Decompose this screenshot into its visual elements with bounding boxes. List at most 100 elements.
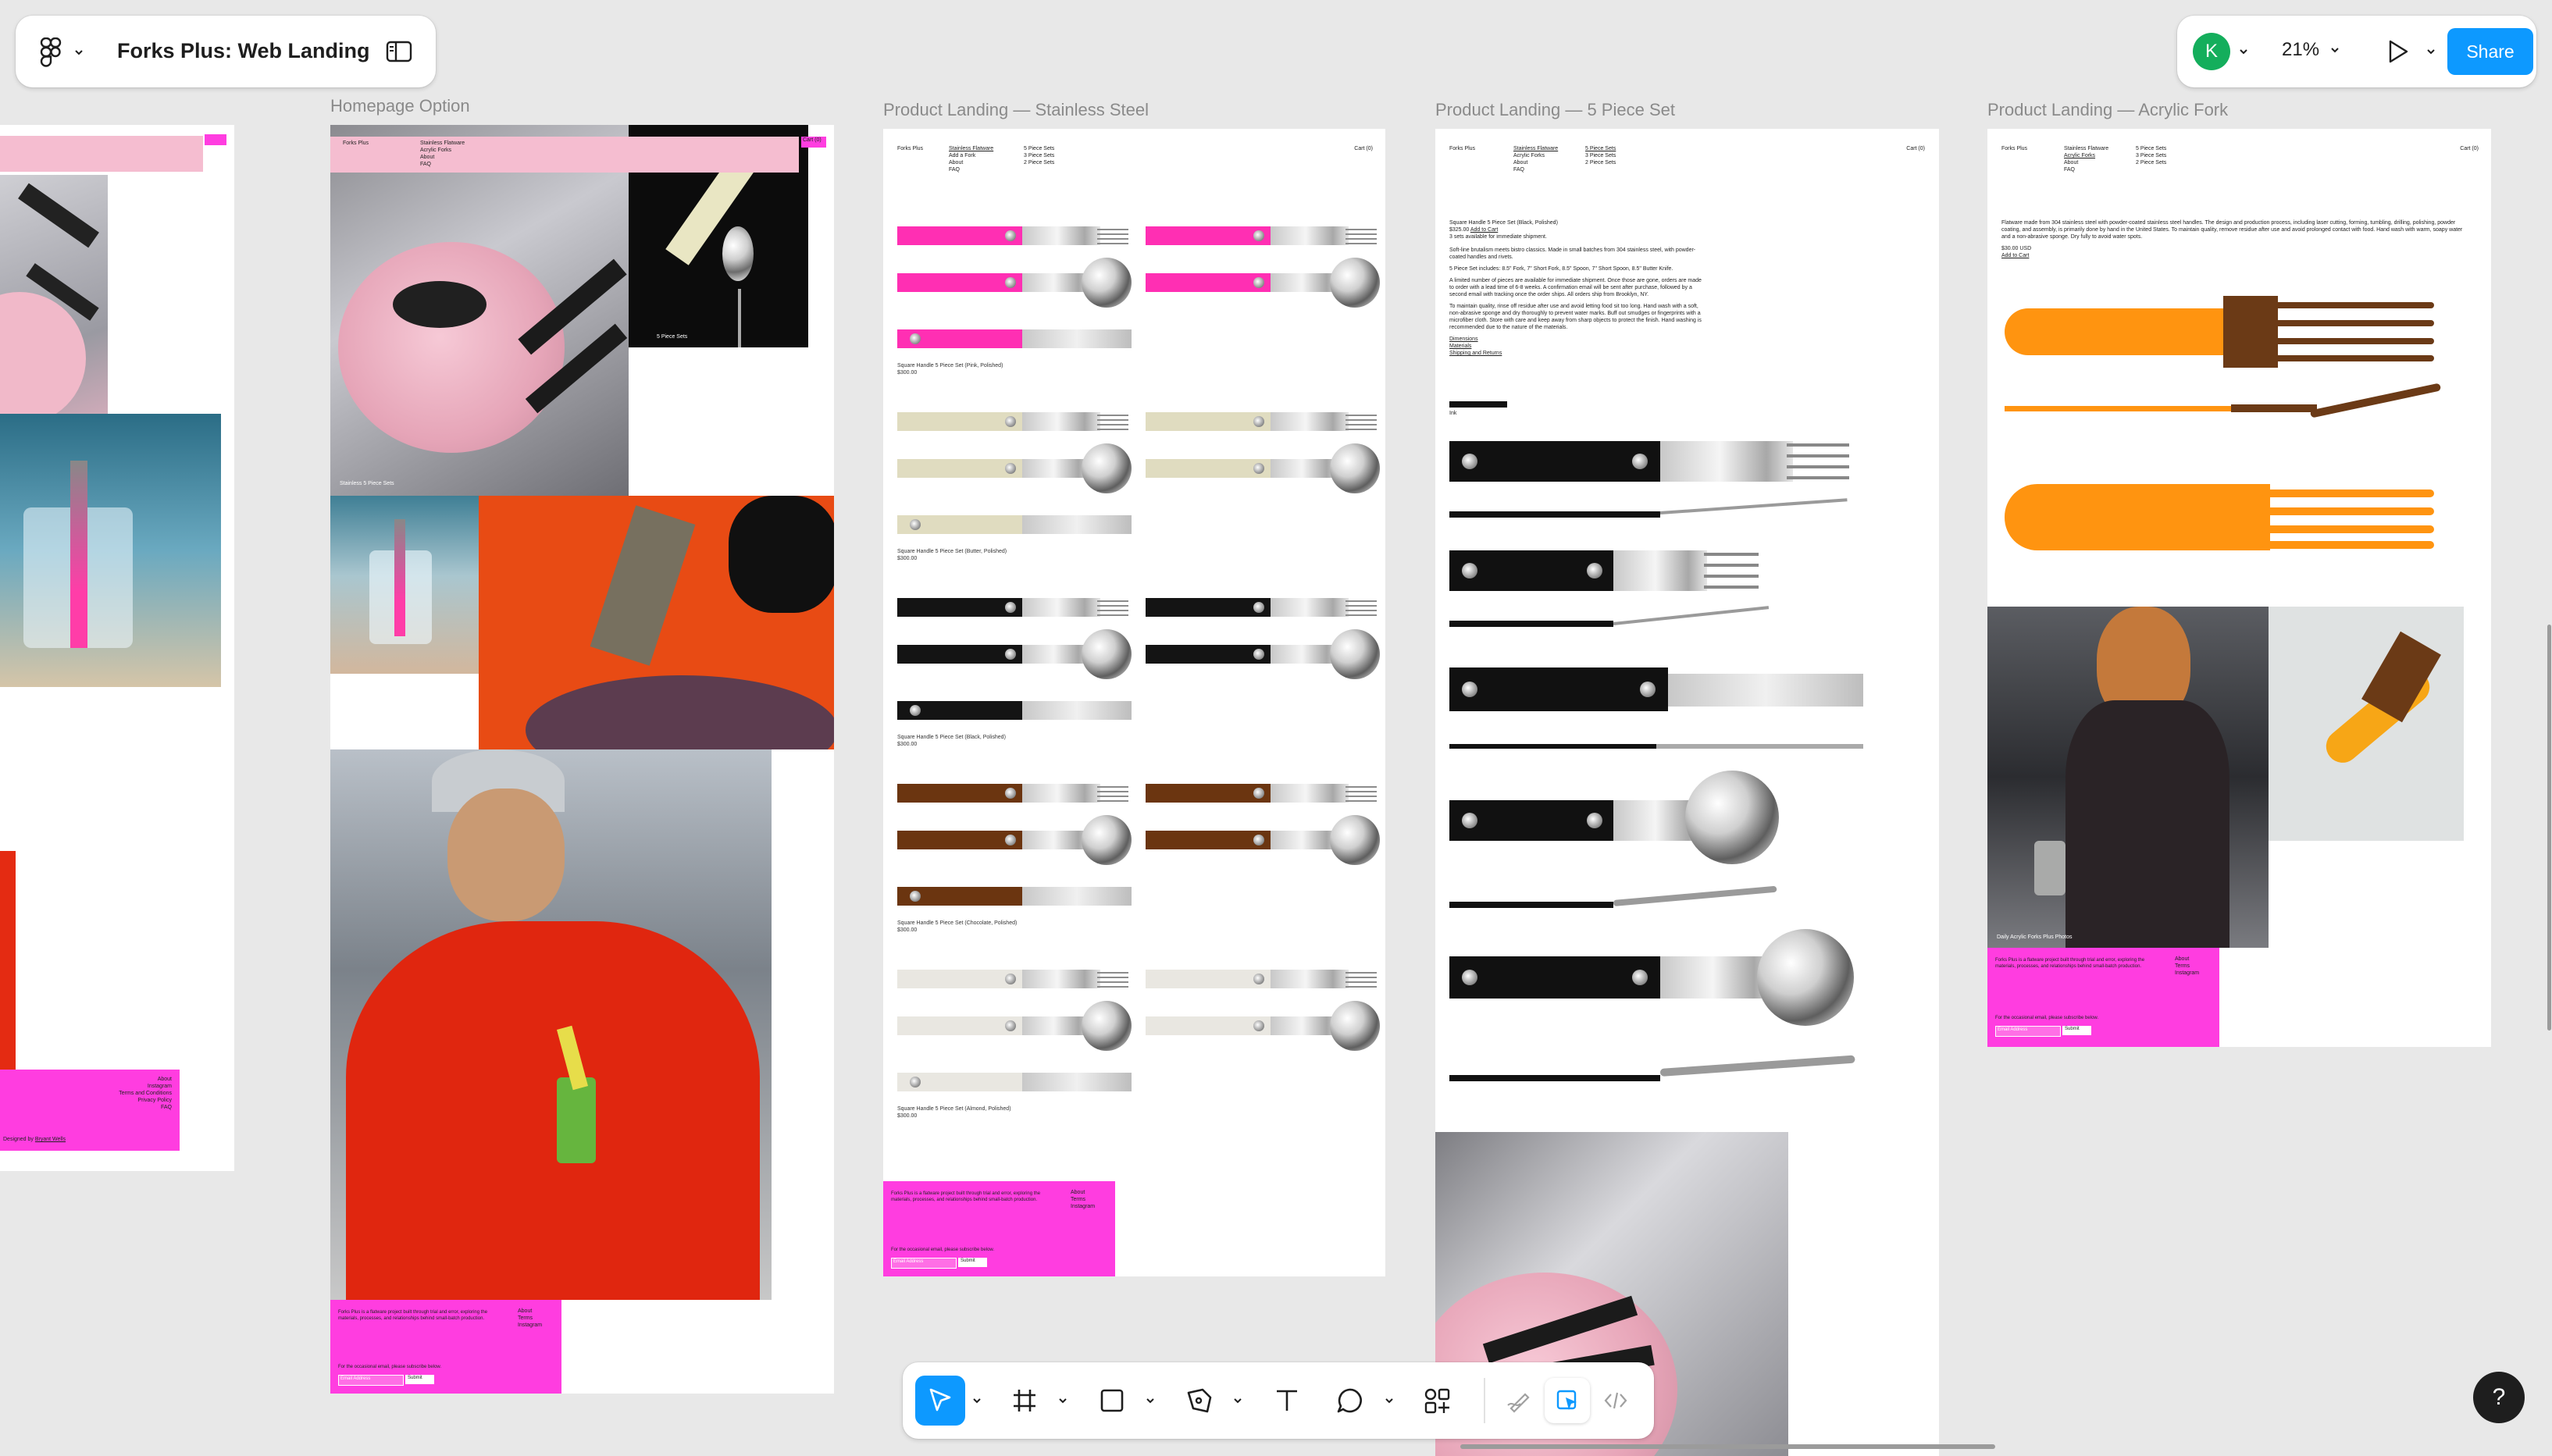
frame-label-stainless[interactable]: Product Landing — Stainless Steel [883, 100, 1149, 120]
frame-homepage-option[interactable]: 5 Piece Sets Forks Plus Stainless Flatwa… [330, 125, 834, 1394]
footer-link-terms[interactable]: Terms [1071, 1196, 1095, 1203]
dev-mode[interactable] [1593, 1378, 1638, 1423]
footer-link-terms[interactable]: Terms [518, 1315, 542, 1322]
nav-stainless[interactable]: Stainless Flatware [420, 140, 465, 147]
footer-link-instagram[interactable]: Instagram [2175, 970, 2199, 977]
variant-caption[interactable]: Square Handle 5 Piece Set (Butter, Polis… [897, 548, 1007, 562]
chevron-down-icon[interactable] [2425, 46, 2436, 57]
main-menu-button[interactable] [39, 36, 94, 67]
user-avatar[interactable]: K [2193, 33, 2230, 70]
nav-2-piece[interactable]: 2 Piece Sets [1024, 159, 1054, 166]
add-to-cart-link[interactable]: Add to Cart [1470, 227, 1498, 233]
zoom-menu[interactable]: 21% [2282, 39, 2340, 61]
text-tool[interactable] [1262, 1376, 1312, 1426]
frame-label-homepage[interactable]: Homepage Option [330, 96, 470, 116]
link-shipping[interactable]: Shipping and Returns [1449, 350, 1707, 357]
variant-caption[interactable]: Square Handle 5 Piece Set (Chocolate, Po… [897, 920, 1017, 934]
designer-link[interactable]: Bryant Wells [35, 1137, 66, 1142]
present-play-icon[interactable] [2386, 39, 2410, 64]
chevron-down-icon[interactable] [1232, 1395, 1243, 1406]
nav-faq[interactable]: FAQ [420, 161, 465, 168]
nav-2-piece[interactable]: 2 Piece Sets [1585, 159, 1616, 166]
cart-link[interactable]: Cart (0) [1906, 145, 1925, 152]
add-to-cart-link[interactable]: Add to Cart [2001, 252, 2470, 259]
email-input[interactable]: Email Address [1995, 1026, 2061, 1037]
footer-link-about[interactable]: About [2175, 956, 2199, 963]
nav-5-piece[interactable]: 5 Piece Sets [1024, 145, 1054, 152]
file-title[interactable]: Forks Plus: Web Landing [117, 39, 370, 63]
pen-tool[interactable] [1174, 1376, 1224, 1426]
submit-button[interactable]: Submit [405, 1375, 434, 1384]
brand-link[interactable]: Forks Plus [1449, 145, 1475, 152]
frame-product-5-piece[interactable]: Forks Plus Stainless Flatware Acrylic Fo… [1435, 129, 1939, 1456]
chevron-down-icon[interactable] [1145, 1395, 1156, 1406]
brand-link[interactable]: Forks Plus [343, 140, 369, 147]
cart-badge[interactable]: Cart (0) [801, 137, 826, 148]
cart-link[interactable]: Cart (0) [2460, 145, 2479, 152]
nav-about[interactable]: About [949, 159, 993, 166]
nav-stainless[interactable]: Stainless Flatware [949, 145, 993, 152]
share-button[interactable]: Share [2447, 28, 2533, 75]
footer-link-faq[interactable]: FAQ [119, 1104, 172, 1111]
footer-link-privacy[interactable]: Privacy Policy [119, 1097, 172, 1104]
frame-product-stainless[interactable]: Forks Plus Stainless Flatware Add a Fork… [883, 129, 1385, 1276]
footer-link-about[interactable]: About [119, 1076, 172, 1083]
frame-label-5-piece[interactable]: Product Landing — 5 Piece Set [1435, 100, 1675, 120]
nav-stainless[interactable]: Stainless Flatware [1513, 145, 1558, 152]
cart-link[interactable]: Cart (0) [1354, 145, 1373, 152]
email-input[interactable]: Email Address [338, 1375, 404, 1386]
link-materials[interactable]: Materials [1449, 343, 1707, 350]
footer-link-about[interactable]: About [518, 1308, 542, 1315]
nav-faq[interactable]: FAQ [1513, 166, 1558, 173]
chevron-down-icon[interactable] [2238, 46, 2249, 57]
nav-2-piece[interactable]: 2 Piece Sets [2136, 159, 2166, 166]
move-tool[interactable] [915, 1376, 965, 1426]
footer-link-instagram[interactable]: Instagram [518, 1322, 542, 1329]
brand-link[interactable]: Forks Plus [2001, 145, 2027, 152]
toggle-sidebar-icon[interactable] [386, 41, 412, 62]
nav-stainless[interactable]: Stainless Flatware [2064, 145, 2108, 152]
shape-tool[interactable] [1087, 1376, 1137, 1426]
nav-about[interactable]: About [1513, 159, 1558, 166]
nav-acrylic[interactable]: Acrylic Forks [420, 147, 465, 154]
submit-button[interactable]: Submit [958, 1258, 987, 1267]
brand-link[interactable]: Forks Plus [897, 145, 923, 152]
variant-caption[interactable]: Square Handle 5 Piece Set (Black, Polish… [897, 734, 1006, 748]
frame-product-acrylic[interactable]: Forks Plus Stainless Flatware Acrylic Fo… [1987, 129, 2491, 1047]
nav-acrylic[interactable]: Acrylic Forks [2064, 152, 2108, 159]
design-mode[interactable] [1545, 1378, 1590, 1423]
cart-badge[interactable] [205, 134, 226, 145]
nav-add-fork[interactable]: Add a Fork [949, 152, 993, 159]
footer-link-instagram[interactable]: Instagram [1071, 1203, 1095, 1210]
footer-link-about[interactable]: About [1071, 1189, 1095, 1196]
frame-homepage-left-partial[interactable]: About Instagram Terms and Conditions Pri… [0, 125, 234, 1171]
actions-tool[interactable] [1412, 1376, 1462, 1426]
chevron-down-icon[interactable] [1057, 1395, 1068, 1406]
variant-caption[interactable]: Square Handle 5 Piece Set (Pink, Polishe… [897, 362, 1003, 376]
nav-acrylic[interactable]: Acrylic Forks [1513, 152, 1558, 159]
variant-caption[interactable]: Square Handle 5 Piece Set (Almond, Polis… [897, 1105, 1011, 1120]
help-button[interactable]: ? [2473, 1372, 2525, 1423]
nav-faq[interactable]: FAQ [2064, 166, 2108, 173]
nav-3-piece[interactable]: 3 Piece Sets [1585, 152, 1616, 159]
link-dimensions[interactable]: Dimensions [1449, 336, 1707, 343]
submit-button[interactable]: Submit [2062, 1026, 2091, 1035]
nav-5-piece[interactable]: 5 Piece Sets [2136, 145, 2166, 152]
nav-3-piece[interactable]: 3 Piece Sets [1024, 152, 1054, 159]
frame-tool[interactable] [1000, 1376, 1050, 1426]
nav-faq[interactable]: FAQ [949, 166, 993, 173]
nav-3-piece[interactable]: 3 Piece Sets [2136, 152, 2166, 159]
color-swatch[interactable] [1449, 401, 1507, 408]
footer-link-instagram[interactable]: Instagram [119, 1083, 172, 1090]
comment-tool[interactable] [1324, 1376, 1374, 1426]
footer-link-terms[interactable]: Terms and Conditions [119, 1090, 172, 1097]
nav-about[interactable]: About [2064, 159, 2108, 166]
frame-label-acrylic[interactable]: Product Landing — Acrylic Fork [1987, 100, 2228, 120]
chevron-down-icon[interactable] [1384, 1395, 1395, 1406]
draw-mode[interactable] [1496, 1378, 1542, 1423]
vertical-scrollbar[interactable] [2547, 625, 2551, 1031]
email-input[interactable]: Email Address [891, 1258, 957, 1269]
horizontal-scrollbar[interactable] [1460, 1444, 1995, 1449]
nav-5-piece[interactable]: 5 Piece Sets [1585, 145, 1616, 152]
footer-link-terms[interactable]: Terms [2175, 963, 2199, 970]
